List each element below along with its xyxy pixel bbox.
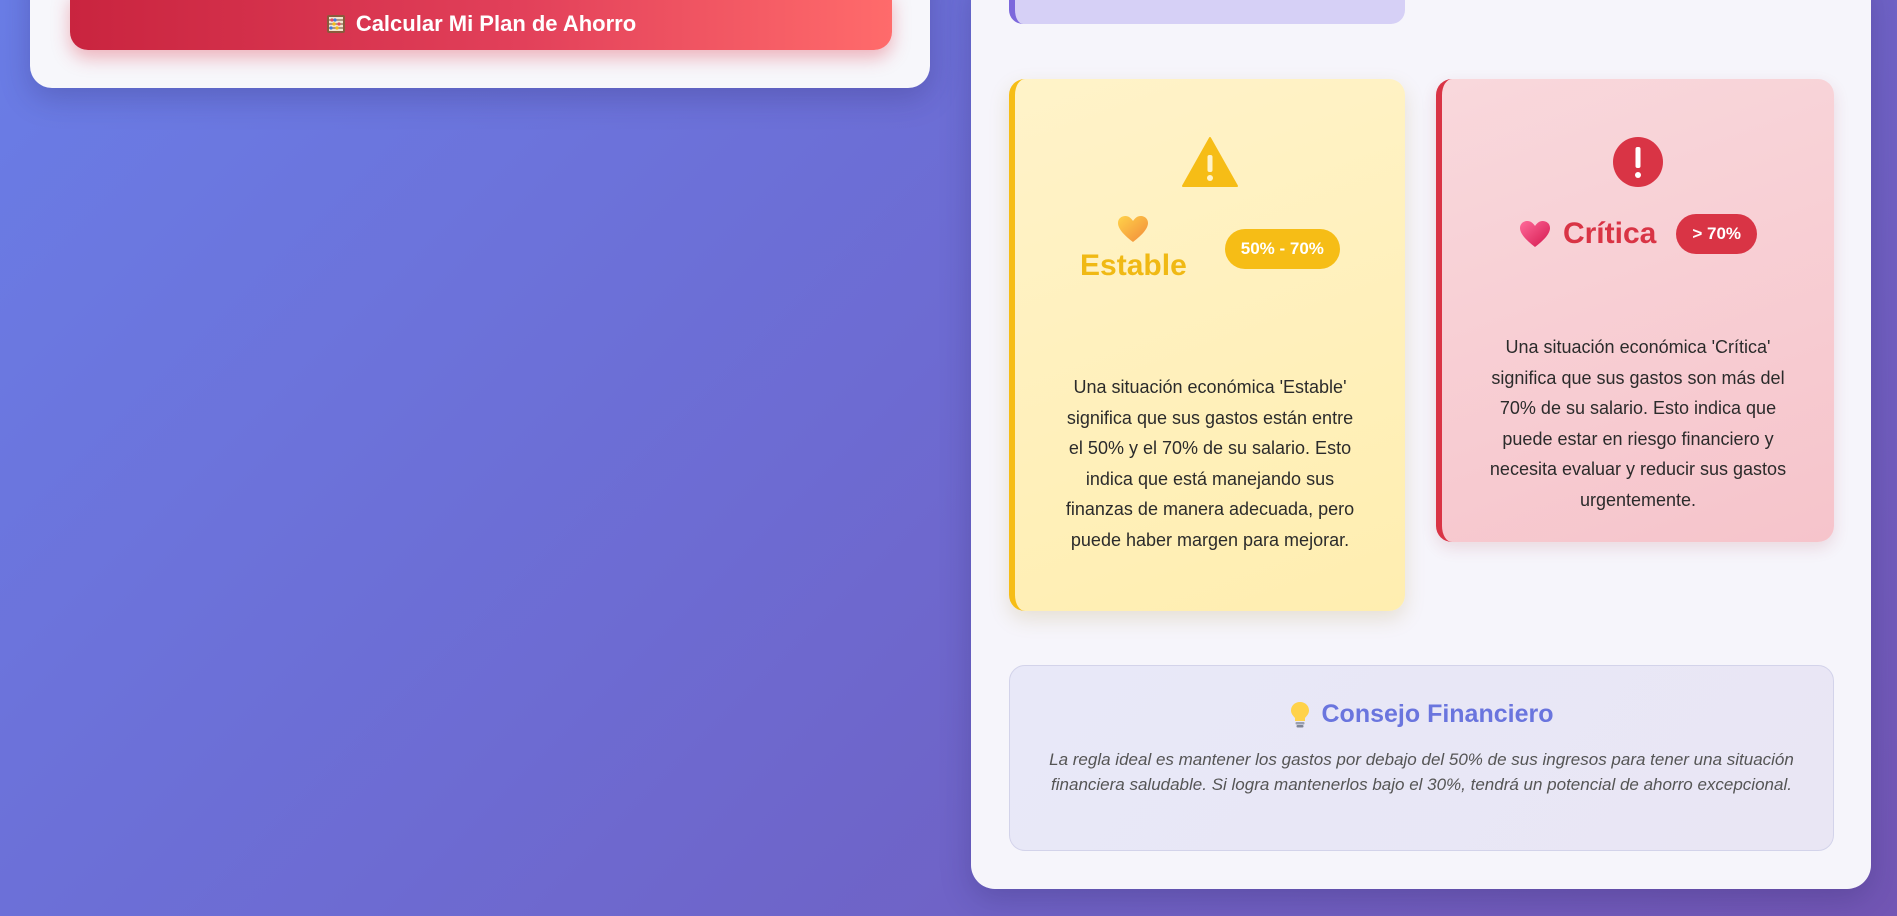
status-card-critica: Crítica > 70% Una situación económica 'C… <box>1436 79 1834 542</box>
results-panel: Estable 50% - 70% Una situación económic… <box>971 0 1871 889</box>
financial-advice-box: Consejo Financiero La regla ideal es man… <box>1009 665 1834 851</box>
status-description-critica: Una situación económica 'Crítica' signif… <box>1489 337 1787 510</box>
calculate-button-label: Calcular Mi Plan de Ahorro <box>355 10 637 36</box>
status-range-badge-critica: > 70% <box>1676 214 1758 254</box>
red-heart-icon <box>1519 221 1550 247</box>
status-range-badge-estable: 50% - 70% <box>1224 229 1340 269</box>
advice-text: La regla ideal es mantener los gastos po… <box>1049 750 1794 794</box>
warning-triangle-icon <box>1182 137 1238 187</box>
calculate-savings-plan-button[interactable]: Calcular Mi Plan de Ahorro <box>70 0 892 50</box>
status-title-critica: Crítica <box>1562 217 1657 250</box>
orange-heart-icon <box>1118 216 1149 242</box>
advice-title: Consejo Financiero <box>1321 700 1554 728</box>
lightbulb-icon <box>1290 701 1309 727</box>
previous-status-card <box>1009 0 1405 24</box>
status-title-estable: Estable <box>1080 249 1187 282</box>
abacus-icon <box>326 14 346 34</box>
status-card-estable: Estable 50% - 70% Una situación económic… <box>1009 79 1405 611</box>
status-description-estable: Una situación económica 'Estable' signif… <box>1065 377 1355 550</box>
alert-circle-icon <box>1613 137 1663 187</box>
calculator-form-card: Calcular Mi Plan de Ahorro <box>30 0 930 88</box>
